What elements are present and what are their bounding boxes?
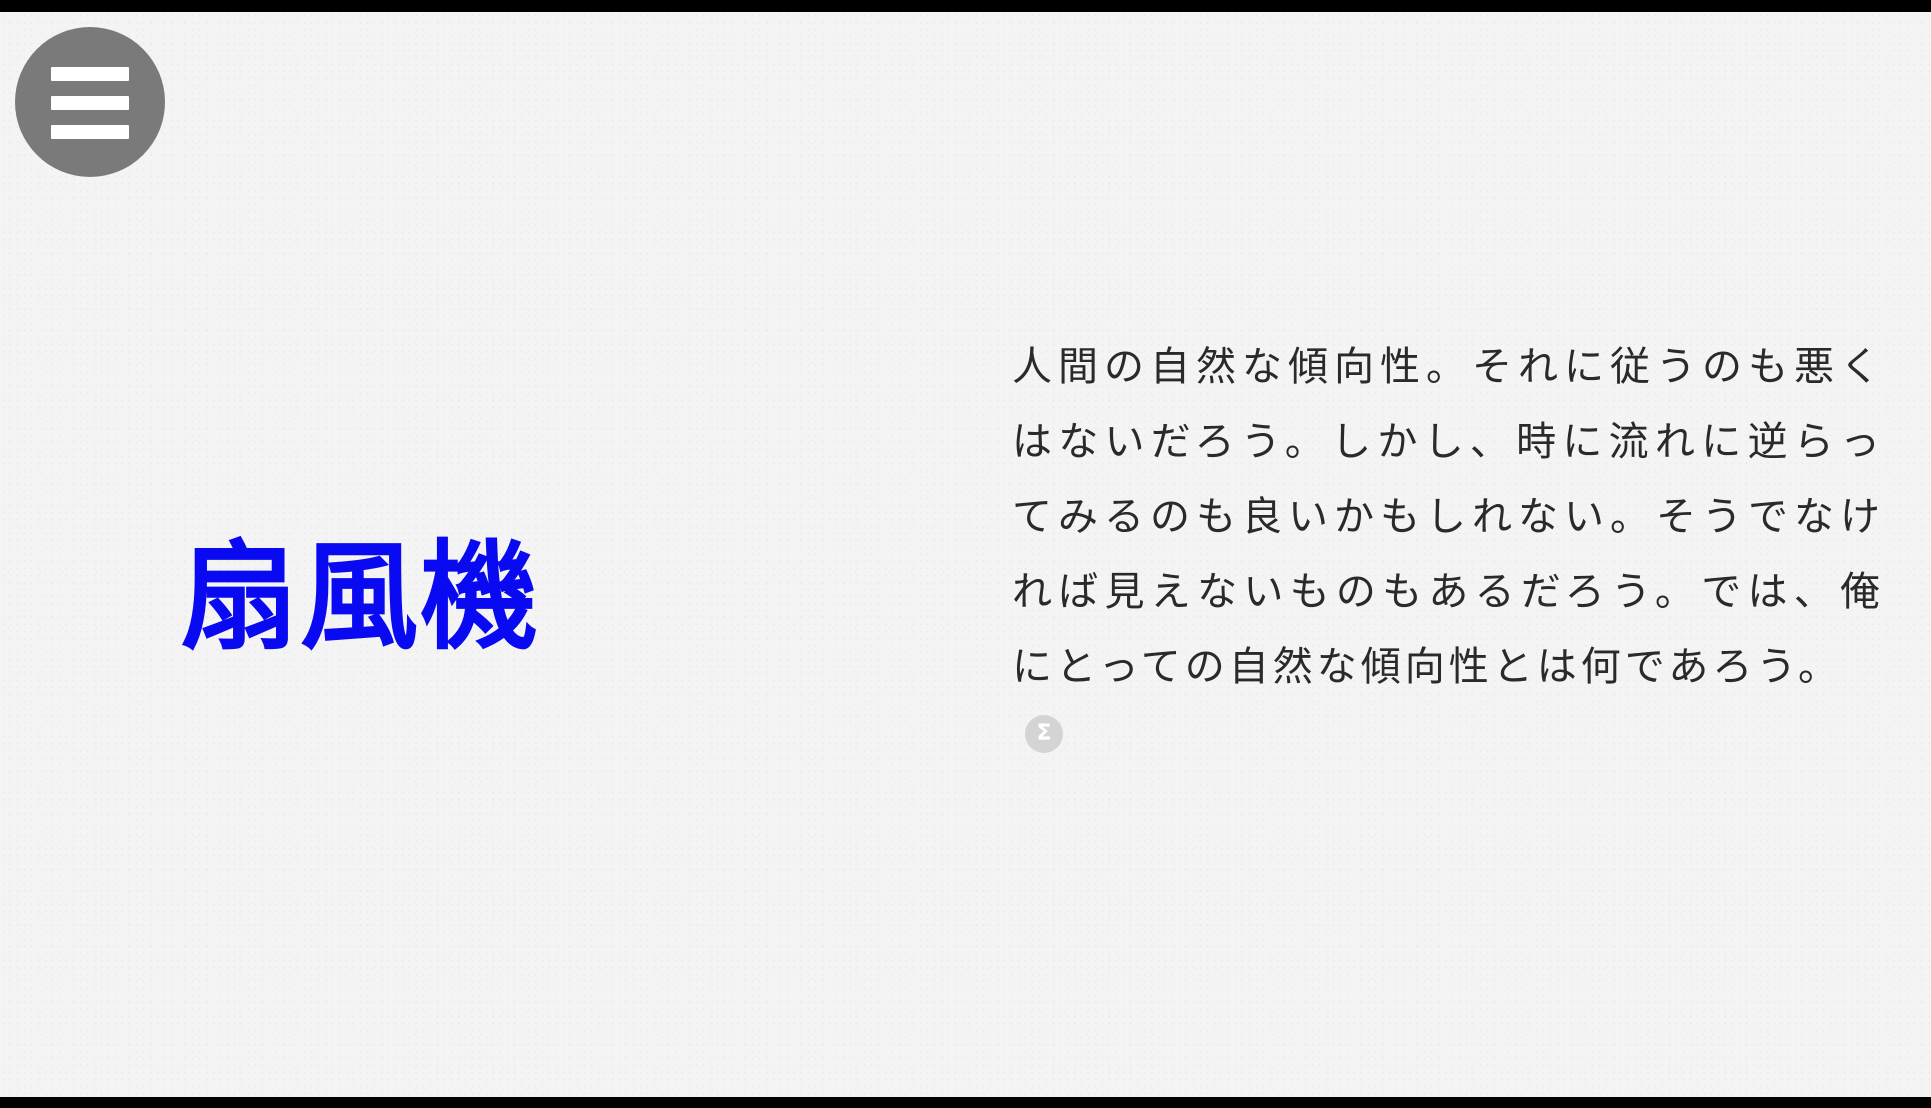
- body-paragraph: 人間の自然な傾向性。それに従うのも悪くはないだろう。しかし、時に流れに逆らってみ…: [1012, 344, 1884, 690]
- hamburger-menu-icon: [51, 67, 129, 81]
- page-title: 扇風機: [180, 528, 541, 666]
- hamburger-menu-icon-bar: [51, 125, 129, 139]
- page-canvas: 扇風機 人間の自然な傾向性。それに従うのも悪くはないだろう。しかし、時に流れに逆…: [0, 12, 1931, 1097]
- sigma-icon[interactable]: Σ: [1025, 715, 1063, 753]
- menu-button[interactable]: [15, 27, 165, 177]
- hamburger-menu-icon-bar: [51, 96, 129, 110]
